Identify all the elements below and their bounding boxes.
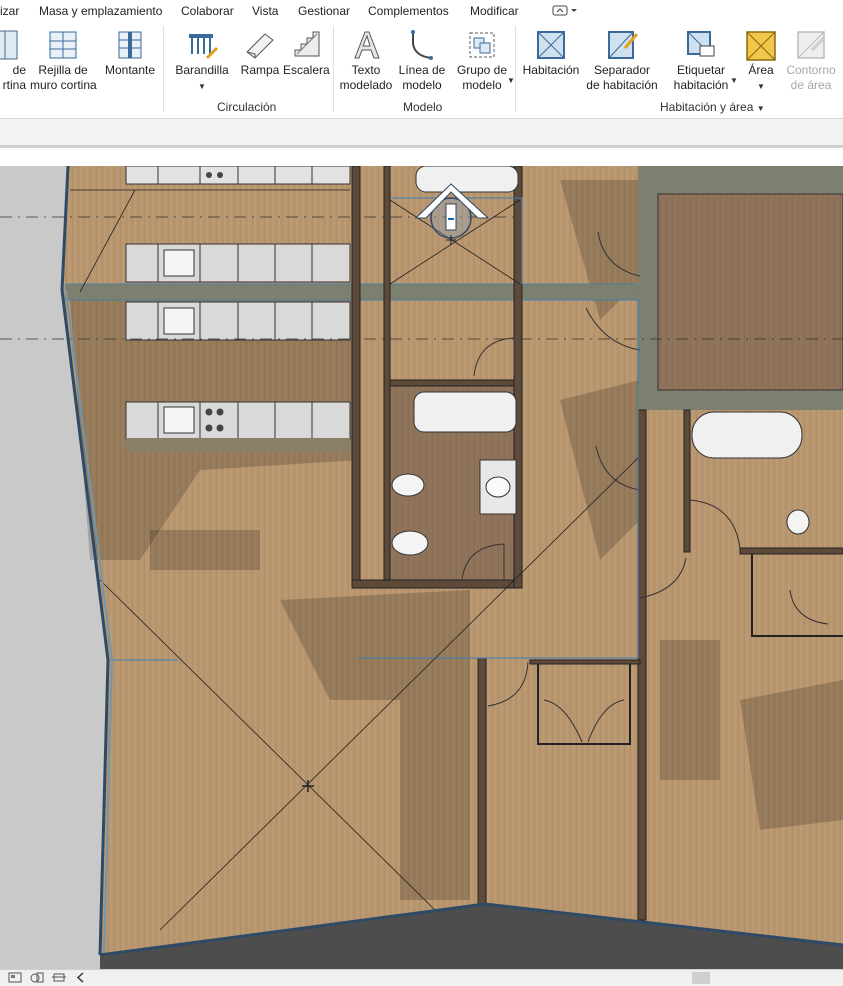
bathtub[interactable]: [691, 411, 803, 459]
view-control-bar: [0, 969, 843, 986]
tag-room-icon: [687, 31, 715, 57]
curtain-grid-label: Rejilla de muro cortina: [30, 63, 97, 92]
sink: [163, 406, 195, 434]
room-icon: [537, 31, 565, 59]
area-boundary-label: Contorno de área: [786, 63, 836, 92]
menu-item-colaborar[interactable]: Colaborar: [181, 4, 234, 18]
area-boundary-icon: [797, 31, 826, 59]
panel-title-room-area[interactable]: Habitación y área ▼: [660, 100, 765, 114]
model-line-button[interactable]: Línea de modelo: [396, 24, 448, 98]
area-label: Área: [748, 63, 774, 77]
panel-separator: [333, 26, 334, 112]
panel-title-circulation: Circulación: [217, 100, 277, 114]
party-wall[interactable]: [638, 390, 843, 410]
room-separator-label: Separador de habitación: [586, 63, 658, 92]
curtain-wall-label: de rtina: [2, 63, 26, 92]
crop-icon[interactable]: [52, 971, 66, 984]
room-label: Habitación: [522, 63, 580, 77]
area-boundary-button[interactable]: Contorno de área: [782, 24, 840, 98]
horizontal-scrollbar-thumb[interactable]: [692, 972, 710, 984]
menu-item-analizar[interactable]: izar: [0, 4, 19, 18]
panel-title-room-area-label: Habitación y área: [660, 100, 754, 114]
menu-item-vista[interactable]: Vista: [252, 4, 278, 18]
railing-icon: [189, 34, 219, 60]
floor-plan[interactable]: [0, 166, 843, 969]
menu-item-modificar[interactable]: Modificar: [470, 4, 519, 18]
railing-dropdown-icon: ▼: [198, 82, 206, 91]
bidet[interactable]: [391, 530, 429, 556]
toilet[interactable]: [786, 509, 810, 535]
area-button[interactable]: Área ▼: [740, 24, 782, 98]
curtain-grid-button[interactable]: Rejilla de muro cortina: [30, 24, 97, 98]
mullion-button[interactable]: Montante: [100, 24, 160, 98]
ribbon-toggle-button[interactable]: [552, 5, 578, 20]
options-bar: [0, 119, 843, 145]
menu-item-complementos[interactable]: Complementos: [368, 4, 449, 18]
model-group-icon: [469, 32, 495, 58]
sink: [163, 249, 195, 277]
railing-label: Barandilla: [175, 63, 229, 77]
room-area-panel-dropdown-icon: ▼: [756, 104, 765, 113]
curtain-wall-icon: [0, 30, 18, 60]
menu-item-masa-emplazamiento[interactable]: Masa y emplazamiento: [39, 4, 162, 18]
stair-label: Escalera: [283, 63, 330, 77]
expand-icon[interactable]: [8, 971, 22, 984]
party-wall[interactable]: [638, 166, 843, 194]
model-group-button[interactable]: Grupo de modelo ▼: [453, 24, 515, 98]
model-text-icon: [354, 31, 380, 59]
tag-room-button[interactable]: Etiquetar habitación ▼: [668, 24, 738, 98]
bathtub[interactable]: [415, 166, 519, 193]
model-text-label: Texto modelado: [339, 63, 393, 92]
panel-title-model: Modelo: [403, 100, 443, 114]
neighbor-room[interactable]: [657, 193, 843, 391]
party-wall[interactable]: [638, 166, 658, 410]
tag-room-label: Etiquetar habitación: [673, 63, 729, 92]
menu-item-gestionar[interactable]: Gestionar: [298, 4, 350, 18]
ramp-button[interactable]: Rampa: [238, 24, 282, 98]
scale-icon[interactable]: [30, 971, 44, 984]
mullion-label: Montante: [104, 63, 156, 77]
panel-separator: [163, 26, 164, 112]
stair-icon: [294, 31, 320, 57]
ramp-label: Rampa: [240, 63, 280, 77]
ramp-icon: [246, 33, 274, 59]
bathtub[interactable]: [413, 391, 517, 433]
room-button[interactable]: Habitación: [520, 24, 582, 98]
stair-button[interactable]: Escalera: [283, 24, 330, 98]
washbasin-bowl: [485, 476, 511, 498]
tag-room-dropdown-icon: ▼: [730, 76, 738, 85]
panel-separator: [515, 26, 516, 112]
model-group-label: Grupo de modelo: [456, 63, 508, 92]
counter-stone-edge: [126, 438, 350, 452]
curtain-wall-button[interactable]: de rtina: [0, 24, 26, 98]
room-separator-icon: [608, 31, 639, 59]
sink: [163, 307, 195, 335]
curtain-grid-icon: [49, 31, 77, 59]
area-dropdown-icon: ▼: [757, 82, 765, 91]
room-separator-button[interactable]: Separador de habitación: [584, 24, 660, 98]
model-line-label: Línea de modelo: [398, 63, 446, 92]
drawing-canvas[interactable]: [0, 166, 843, 969]
ribbon-toggle-icon: [552, 5, 577, 16]
railing-button[interactable]: Barandilla ▼: [172, 24, 232, 98]
model-text-button[interactable]: Texto modelado: [337, 24, 395, 98]
toilet[interactable]: [391, 473, 425, 497]
model-line-icon: [411, 30, 433, 60]
mullion-icon: [118, 31, 142, 59]
area-icon: [746, 31, 776, 61]
scroll-left-icon[interactable]: [74, 971, 88, 984]
view-tab[interactable]: [0, 148, 843, 166]
menu-bar: izar Masa y emplazamiento Colaborar Vist…: [0, 0, 843, 23]
model-group-dropdown-icon: ▼: [507, 76, 515, 85]
ribbon: de rtina Rejilla de muro cortina Montant…: [0, 22, 843, 119]
view-tab-strip: [0, 145, 843, 166]
